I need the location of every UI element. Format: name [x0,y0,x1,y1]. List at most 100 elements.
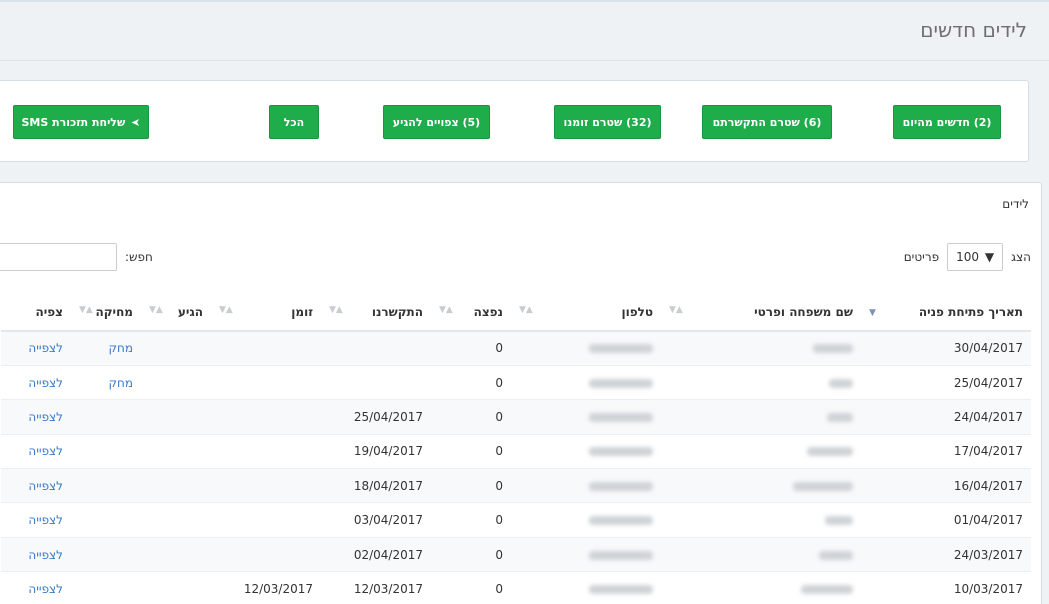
cell-called: 12/03/2017 [321,571,431,604]
cell-arrived [141,571,211,604]
table-row: 16/04/2017 0 18/04/2017 לצפייה [1,468,1031,503]
view-link[interactable]: לצפייה [28,376,63,390]
column-header-scheduled[interactable]: זומן ▲▼ [211,293,321,332]
cell-called: 03/04/2017 [321,502,431,538]
cell-open-date: 25/04/2017 [861,364,1031,400]
table-row: 01/04/2017 0 03/04/2017 לצפייה [1,502,1031,538]
redacted-phone [589,378,653,388]
column-header-missed[interactable]: נפצה ▲▼ [431,293,511,332]
column-header-phone[interactable]: טלפון ▲▼ [511,293,661,332]
cell-phone [511,364,661,400]
column-header-arrived[interactable]: הגיע ▲▼ [141,293,211,332]
redacted-name [807,447,853,457]
column-header-name[interactable]: שם משפחה ופרטי ▲▼ [661,293,861,332]
cell-arrived [141,536,211,572]
cell-delete [71,502,141,538]
length-select[interactable]: 100 ▼ [947,243,1004,271]
cell-delete: מחק [71,330,141,366]
filter-label: (2) חדשים מהיום [902,115,992,129]
cell-missed: 0 [431,571,511,604]
cell-called: 19/04/2017 [321,433,431,469]
column-header-called[interactable]: התקשרנו ▲▼ [321,293,431,332]
cell-phone [511,330,661,366]
redacted-phone [589,412,653,422]
column-header-view: צפיה [1,293,71,332]
cell-phone [511,468,661,503]
cell-called [321,330,431,366]
cell-name [661,330,861,366]
cell-missed: 0 [431,468,511,503]
redacted-name [827,412,853,422]
delete-link[interactable]: מחק [108,341,133,355]
cell-name [661,536,861,572]
length-value: 100 [956,250,979,264]
cell-delete: מחק [71,364,141,400]
redacted-name [813,344,853,354]
cell-arrived [141,468,211,503]
cell-scheduled [211,536,321,572]
filter-label: (6) שטרם התקשרתם [712,115,822,129]
cell-scheduled [211,364,321,400]
cell-name [661,468,861,503]
column-header-open-date[interactable]: תאריך פתיחת פניה ▼ [861,293,1031,332]
length-control: הצג 100 ▼ פריטים [904,243,1031,271]
column-header-delete[interactable]: מחיקה ▲▼ [71,293,141,332]
view-link[interactable]: לצפייה [28,513,63,527]
filter-not-called-button[interactable]: (6) שטרם התקשרתם [702,105,832,139]
cell-scheduled: 12/03/2017 [211,571,321,604]
paper-plane-icon: ➤ [131,115,141,129]
view-link[interactable]: לצפייה [28,479,63,493]
redacted-phone [589,585,653,595]
cell-called [321,364,431,400]
cell-missed: 0 [431,399,511,435]
cell-called: 25/04/2017 [321,399,431,435]
filter-panel: (2) חדשים מהיום (6) שטרם התקשרתם (32) שט… [0,80,1029,162]
sort-icon: ▲▼ [439,305,453,315]
filter-not-scheduled-button[interactable]: (32) שטרם זומנו [554,105,661,139]
leads-heading: לידים [1002,197,1029,211]
cell-view: לצפייה [1,536,71,572]
cell-phone [511,536,661,572]
cell-called: 02/04/2017 [321,536,431,572]
view-link[interactable]: לצפייה [28,444,63,458]
cell-view: לצפייה [1,468,71,503]
redacted-phone [589,550,653,560]
filter-all-button[interactable]: הכל [269,105,319,139]
filter-new-today-button[interactable]: (2) חדשים מהיום [893,105,1001,139]
delete-link[interactable]: מחק [108,376,133,390]
filter-label: שליחת תזכורת SMS [21,115,126,129]
cell-scheduled [211,502,321,538]
filter-expected-button[interactable]: (5) צפויים להגיע [383,105,490,139]
sort-icon: ▲▼ [219,305,233,315]
cell-open-date: 17/04/2017 [861,433,1031,469]
view-link[interactable]: לצפייה [28,582,63,596]
search-label: חפש: [125,250,153,264]
leads-table: תאריך פתיחת פניה ▼ שם משפחה ופרטי ▲▼ טלפון… [1,293,1031,604]
cell-missed: 0 [431,330,511,366]
cell-open-date: 24/03/2017 [861,536,1031,572]
page-title: לידים חדשים [920,18,1027,42]
cell-delete [71,468,141,503]
cell-missed: 0 [431,433,511,469]
view-link[interactable]: לצפייה [28,341,63,355]
length-suffix: פריטים [903,250,940,264]
view-link[interactable]: לצפייה [28,410,63,424]
cell-phone [511,399,661,435]
redacted-name [825,516,853,526]
redacted-name [801,585,853,595]
cell-phone [511,502,661,538]
cell-missed: 0 [431,502,511,538]
table-header-row: תאריך פתיחת פניה ▼ שם משפחה ופרטי ▲▼ טלפון… [1,293,1031,332]
search-input[interactable] [0,243,117,271]
table-row: 24/04/2017 0 25/04/2017 לצפייה [1,399,1031,435]
redacted-phone [589,447,653,457]
title-divider [0,60,1049,61]
cell-arrived [141,502,211,538]
cell-open-date: 01/04/2017 [861,502,1031,538]
cell-open-date: 24/04/2017 [861,399,1031,435]
view-link[interactable]: לצפייה [28,548,63,562]
send-sms-reminder-button[interactable]: ➤ שליחת תזכורת SMS [13,105,149,139]
sort-desc-icon: ▼ [869,308,876,318]
redacted-phone [589,344,653,354]
cell-scheduled [211,399,321,435]
